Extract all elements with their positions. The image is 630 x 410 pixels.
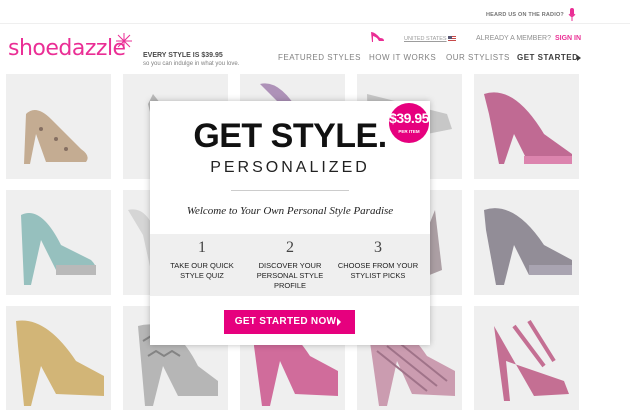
modal-headline: GET STYLE. [193, 117, 387, 155]
radio-link[interactable]: HEARD US ON THE RADIO? [486, 12, 564, 18]
step-text: CHOOSE FROM YOUR STYLIST PICKS [333, 261, 423, 281]
step-number: 1 [198, 239, 206, 256]
nav-how-it-works[interactable]: HOW IT WORKS [369, 53, 436, 62]
mustard-mary-jane-image [6, 306, 111, 410]
step-line: DISCOVER YOUR [258, 261, 322, 270]
step-number: 3 [374, 239, 382, 256]
cta-label: GET STARTED NOW [234, 316, 337, 327]
product-tile[interactable] [6, 74, 111, 179]
modal-subhead: PERSONALIZED [210, 159, 370, 176]
step-line: CHOOSE FROM YOUR [337, 261, 419, 270]
get-started-now-button[interactable]: GET STARTED NOW [224, 310, 355, 334]
tagline: EVERY STYLE IS $39.95 [143, 52, 223, 59]
subline: so you can indulge in what you love. [143, 61, 240, 67]
product-tile[interactable] [474, 306, 579, 410]
microphone-icon[interactable] [568, 8, 576, 22]
teal-heel-image [6, 190, 111, 295]
product-tile[interactable] [474, 190, 579, 295]
product-tile[interactable] [6, 190, 111, 295]
strappy-sandal-image [474, 306, 579, 410]
us-flag-icon[interactable] [448, 36, 456, 41]
magenta-platform-image [474, 74, 579, 179]
step-number: 2 [286, 239, 294, 256]
step-text: DISCOVER YOUR PERSONAL STYLE PROFILE [240, 261, 340, 291]
glitter-platform-image [474, 190, 579, 295]
step-line: TAKE OUR QUICK [170, 261, 234, 270]
welcome-text: Welcome to Your Own Personal Style Parad… [186, 205, 394, 217]
logo[interactable]: shoedazzle [8, 36, 126, 61]
nav-our-stylists[interactable]: OUR STYLISTS [446, 53, 510, 62]
leopard-heel-image [6, 74, 111, 179]
member-prompt: ALREADY A MEMBER? [476, 35, 551, 42]
shoe-icon [371, 32, 384, 42]
sign-in-link[interactable]: SIGN IN [555, 35, 581, 42]
arrow-right-icon [337, 318, 341, 326]
logo-star-icon [116, 33, 132, 49]
country-selector[interactable]: UNITED STATES [404, 36, 447, 42]
product-tile[interactable] [474, 74, 579, 179]
step-line: STYLIST PICKS [350, 271, 406, 280]
step-line: STYLE QUIZ [180, 271, 224, 280]
step-text: TAKE OUR QUICK STYLE QUIZ [157, 261, 247, 281]
divider [231, 190, 349, 191]
nav-featured-styles[interactable]: FEATURED STYLES [278, 53, 361, 62]
product-tile[interactable] [6, 306, 111, 410]
nav-arrow-icon [577, 55, 581, 61]
nav-get-started[interactable]: GET STARTED [517, 53, 578, 62]
step-line: PERSONAL STYLE PROFILE [256, 271, 324, 290]
